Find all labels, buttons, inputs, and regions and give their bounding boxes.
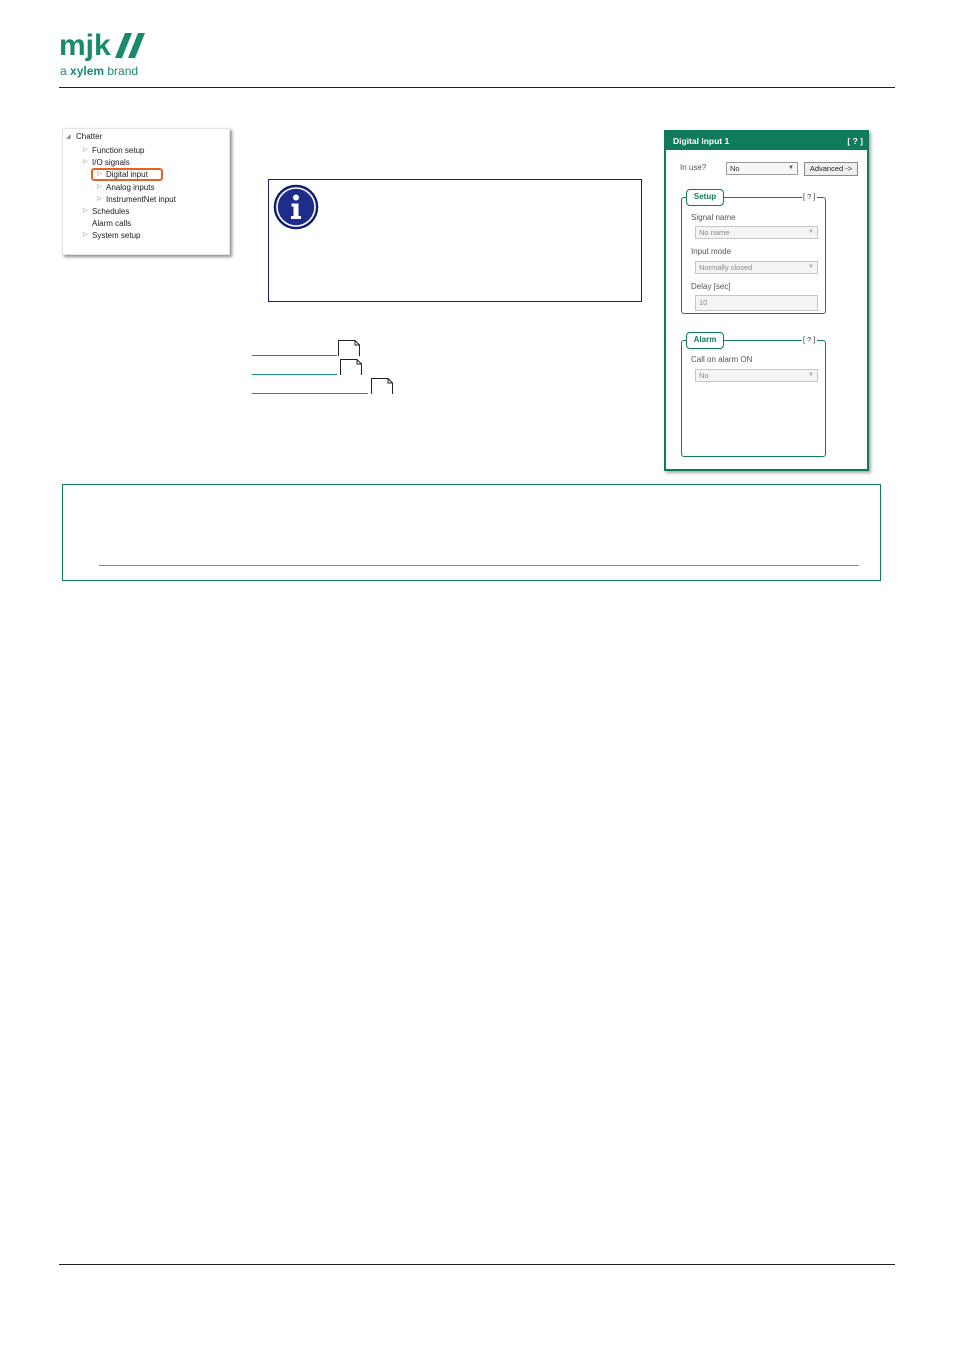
input-mode-label: Input mode: [691, 247, 732, 256]
note-divider: [99, 565, 859, 566]
tree-item-schedules[interactable]: Schedules: [92, 207, 129, 217]
call-on-alarm-label: Call on alarm ON: [691, 355, 753, 364]
info-note-box: [268, 179, 642, 302]
expanded-arrow-icon[interactable]: ◢: [66, 133, 71, 140]
footer-divider: [59, 1264, 895, 1265]
cross-reference-mark: [340, 359, 362, 375]
reference-link-line[interactable]: [252, 393, 368, 394]
in-use-dropdown[interactable]: No ▼: [726, 162, 798, 175]
call-on-alarm-dropdown[interactable]: No ▼: [695, 369, 818, 382]
collapsed-arrow-icon[interactable]: ▷: [97, 183, 102, 190]
collapsed-arrow-icon[interactable]: ▷: [83, 146, 88, 153]
logo-tagline: a xylem brand: [60, 64, 139, 78]
in-use-label: In use?: [680, 163, 707, 172]
dropdown-arrow-icon: ▼: [808, 264, 814, 270]
navigation-tree: ◢ Chatter ▷ Function setup ▷ I/O signals…: [62, 128, 230, 255]
header-divider: [59, 87, 895, 88]
tree-item-chatter[interactable]: Chatter: [76, 132, 102, 142]
delay-input[interactable]: 10: [695, 295, 818, 311]
collapsed-arrow-icon[interactable]: ▷: [97, 195, 102, 202]
panel-help-button[interactable]: [ ? ]: [847, 132, 863, 150]
collapsed-arrow-icon[interactable]: ▷: [97, 170, 102, 177]
alarm-help-button[interactable]: [ ? ]: [802, 335, 817, 344]
advanced-button[interactable]: Advanced ->: [804, 162, 858, 176]
collapsed-arrow-icon[interactable]: ▷: [83, 158, 88, 165]
dropdown-arrow-icon: ▼: [808, 372, 814, 378]
panel-title: Digital input 1: [673, 136, 730, 146]
alarm-tab[interactable]: Alarm: [686, 332, 724, 349]
panel-titlebar: Digital input 1 [ ? ]: [666, 132, 867, 150]
collapsed-arrow-icon[interactable]: ▷: [83, 207, 88, 214]
dropdown-arrow-icon: ▼: [788, 165, 794, 171]
tree-item-instrumentnet-input[interactable]: InstrumentNet input: [106, 195, 176, 205]
digital-input-panel: Digital input 1 [ ? ] In use? No ▼ Advanc…: [664, 130, 869, 471]
note-box: [62, 484, 881, 581]
reference-link-line[interactable]: [252, 355, 337, 356]
cross-reference-mark: [371, 378, 393, 394]
tree-item-system-setup[interactable]: System setup: [92, 231, 140, 241]
collapsed-arrow-icon[interactable]: ▷: [83, 231, 88, 238]
tree-item-digital-input[interactable]: Digital input: [106, 170, 148, 180]
info-icon: [273, 184, 319, 230]
signal-name-dropdown[interactable]: No name ▼: [695, 226, 818, 239]
dropdown-arrow-icon: ▼: [808, 229, 814, 235]
logo-text: mjk: [59, 30, 111, 62]
tree-item-function-setup[interactable]: Function setup: [92, 146, 144, 156]
tree-item-alarm-calls[interactable]: Alarm calls: [92, 219, 131, 229]
input-mode-dropdown[interactable]: Normally closed ▼: [695, 261, 818, 274]
signal-name-label: Signal name: [691, 213, 736, 222]
mjk-logo: mjk: [59, 30, 145, 62]
tree-item-io-signals[interactable]: I/O signals: [92, 158, 130, 168]
setup-tab[interactable]: Setup: [686, 189, 724, 206]
cross-reference-mark: [338, 340, 360, 356]
delay-label: Delay [sec]: [691, 282, 731, 291]
reference-link-line[interactable]: [252, 374, 337, 375]
tree-item-analog-inputs[interactable]: Analog inputs: [106, 183, 154, 193]
setup-help-button[interactable]: [ ? ]: [802, 192, 817, 201]
